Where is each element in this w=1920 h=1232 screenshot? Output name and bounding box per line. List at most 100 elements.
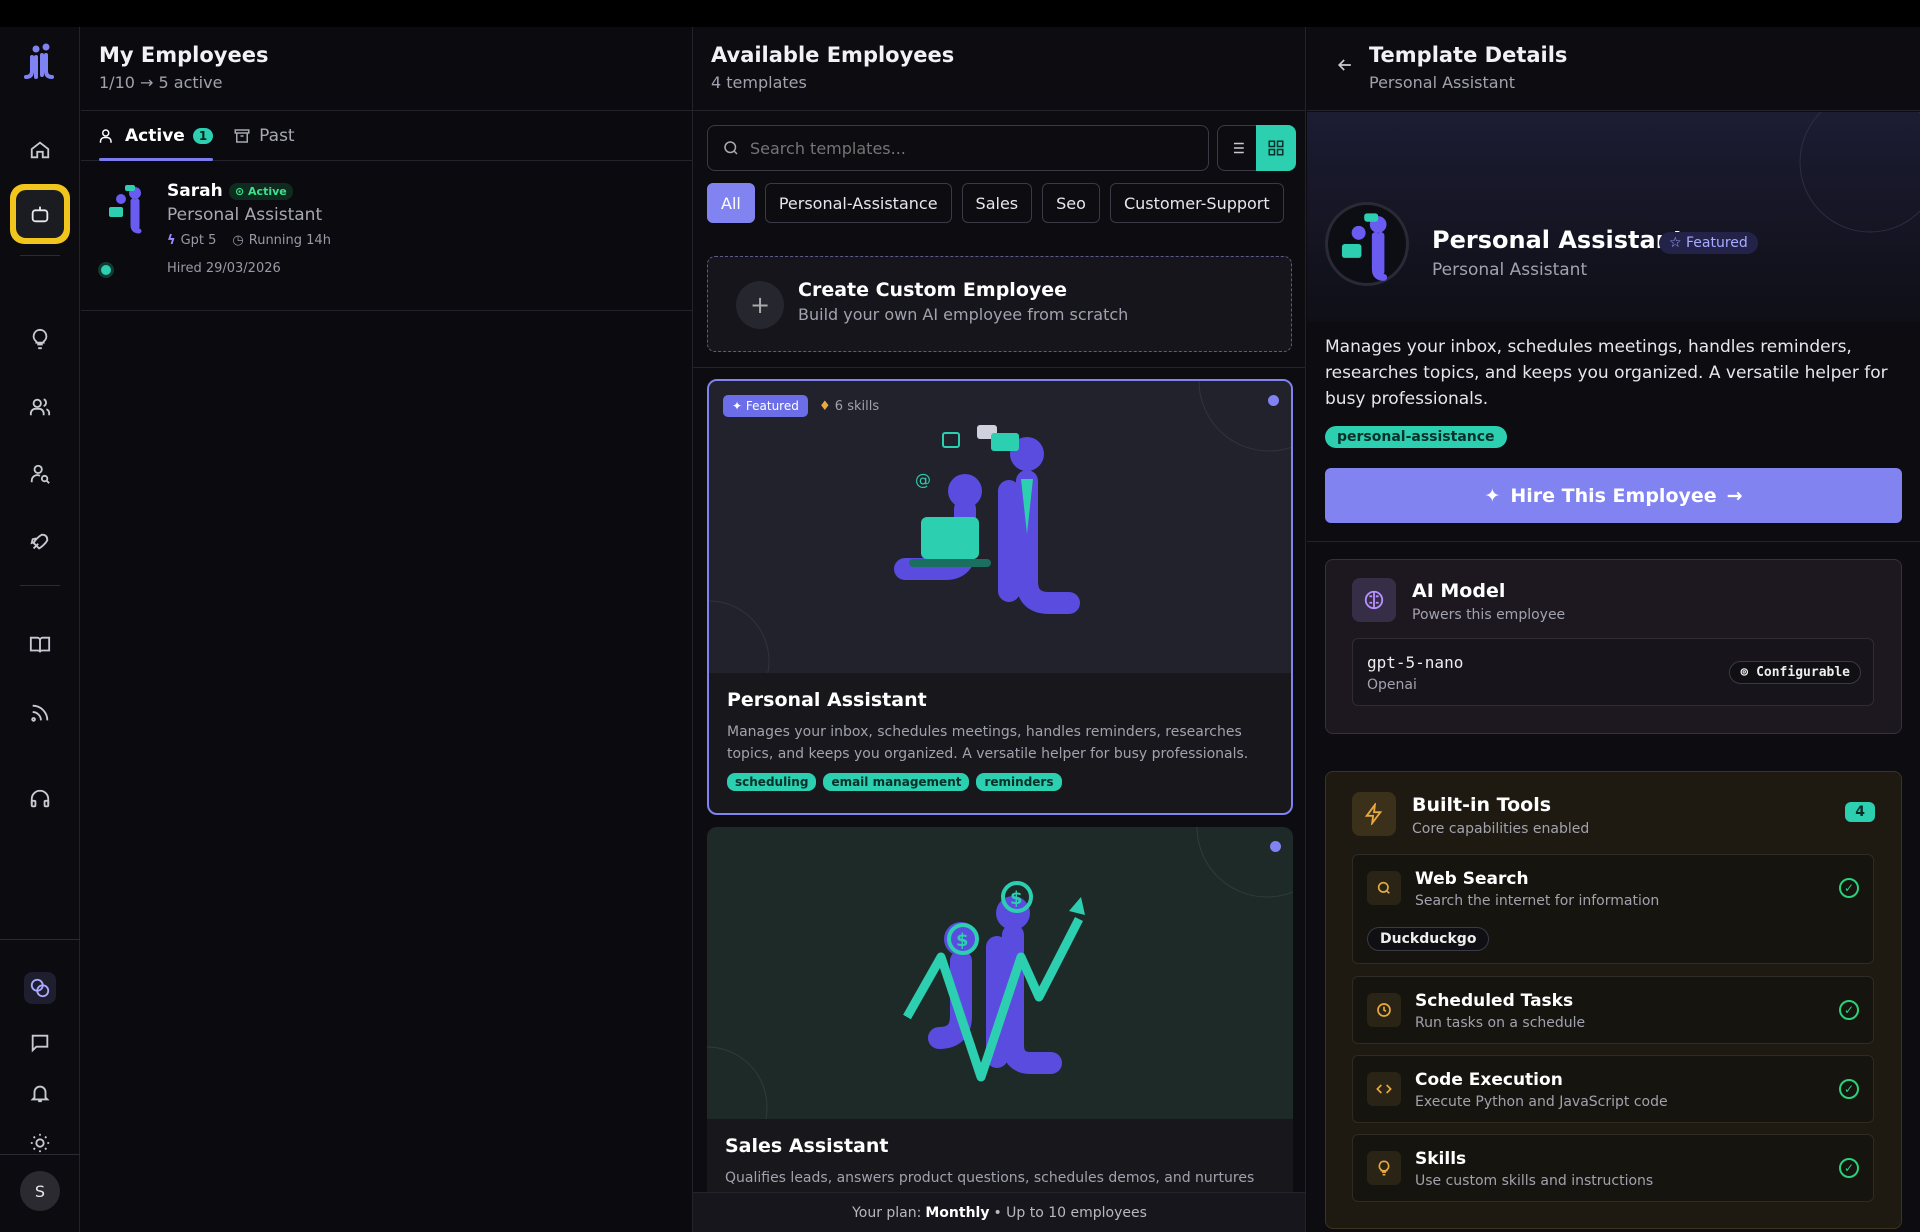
user-search-icon[interactable] xyxy=(20,454,60,494)
built-in-tools-panel: Built-in Tools Core capabilities enabled… xyxy=(1325,771,1902,1229)
employee-name: Sarah xyxy=(167,181,223,201)
available-title: Available Employees xyxy=(711,43,955,67)
tab-active[interactable]: Active 1 xyxy=(99,111,214,161)
hire-employee-button[interactable]: ✦ Hire This Employee → xyxy=(1325,468,1902,523)
arrow-right-icon: → xyxy=(1726,484,1743,507)
book-icon[interactable] xyxy=(20,625,60,665)
tool-name: Skills xyxy=(1415,1149,1467,1169)
bot-icon xyxy=(16,190,64,238)
tool-provider-badge: Duckduckgo xyxy=(1367,927,1490,951)
my-employees-header: My Employees 1/10 → 5 active xyxy=(81,27,692,111)
archive-icon xyxy=(234,128,250,143)
personal-assistant-illustration: @ xyxy=(709,381,1291,673)
template-role: Personal Assistant xyxy=(1432,260,1588,280)
tool-web-search: Web Search Search the internet for infor… xyxy=(1352,854,1874,964)
rss-icon[interactable] xyxy=(20,693,60,733)
model-info: ϟ Gpt 5 xyxy=(167,233,216,248)
create-custom-employee[interactable]: + Create Custom Employee Build your own … xyxy=(707,256,1292,352)
tool-name: Scheduled Tasks xyxy=(1415,991,1574,1011)
app-logo-icon[interactable] xyxy=(18,41,62,85)
grid-view-button[interactable] xyxy=(1256,125,1296,171)
uptime-label: Running 14h xyxy=(248,233,331,248)
ai-model-panel: AI Model Powers this employee gpt-5-nano… xyxy=(1325,559,1902,734)
tool-scheduled-tasks: Scheduled Tasks Run tasks on a schedule … xyxy=(1352,976,1874,1044)
brain-icon xyxy=(1352,578,1396,622)
card-description: Manages your inbox, schedules meetings, … xyxy=(727,724,1249,762)
bolt-icon: ϟ xyxy=(167,233,176,248)
filter-sales[interactable]: Sales xyxy=(961,183,1033,223)
divider xyxy=(693,367,1305,368)
details-title: Template Details xyxy=(1369,43,1568,67)
status-label: Active xyxy=(248,185,287,198)
decorative-circle xyxy=(1799,112,1920,233)
lightbulb-icon: ♦ xyxy=(819,399,831,414)
tool-code-execution: Code Execution Execute Python and JavaSc… xyxy=(1352,1055,1874,1123)
card-title: Sales Assistant xyxy=(725,1135,889,1157)
clock-icon: ◷ xyxy=(232,233,244,248)
search-icon xyxy=(724,141,738,155)
filter-customer-support[interactable]: Customer-Support xyxy=(1109,183,1284,223)
tool-name: Web Search xyxy=(1415,869,1529,889)
sun-icon[interactable] xyxy=(20,1123,60,1163)
assistant-avatar-icon xyxy=(1341,213,1388,281)
configurable-label: Configurable xyxy=(1756,665,1850,680)
tab-past-label: Past xyxy=(259,125,295,146)
tool-desc: Execute Python and JavaScript code xyxy=(1415,1094,1668,1110)
tab-past[interactable]: Past xyxy=(233,111,295,161)
bell-icon[interactable] xyxy=(20,1073,60,1113)
template-card-sales-assistant[interactable]: $ $ Sales Assistant Qualifies leads, ans… xyxy=(707,827,1293,1227)
status-badge: ⊙ Active xyxy=(229,183,293,200)
lightbulb-icon[interactable] xyxy=(20,319,60,359)
tool-desc: Search the internet for information xyxy=(1415,893,1660,909)
rail-divider xyxy=(20,255,60,256)
card-illustration: $ $ xyxy=(707,827,1293,1119)
active-count: 1/10 → 5 active xyxy=(99,73,223,92)
filter-personal-assistance[interactable]: Personal-Assistance xyxy=(764,183,952,223)
chat-icon[interactable] xyxy=(20,1023,60,1063)
model-box: gpt-5-nano Openai ⊚ Configurable xyxy=(1352,638,1874,706)
clock-icon xyxy=(1367,993,1401,1027)
user-avatar[interactable]: S xyxy=(20,1171,60,1211)
users-icon[interactable] xyxy=(20,387,60,427)
search-icon xyxy=(1367,871,1401,905)
available-employees-panel: Available Employees 4 templates All Pers… xyxy=(693,27,1306,1232)
nav-rail: S xyxy=(0,27,80,1232)
featured-label: Featured xyxy=(1686,235,1748,251)
plus-icon: + xyxy=(736,281,784,329)
filter-seo[interactable]: Seo xyxy=(1042,183,1100,223)
users-icon xyxy=(99,128,112,143)
card-description: Qualifies leads, answers product questio… xyxy=(725,1170,1255,1186)
back-arrow-icon[interactable] xyxy=(1335,55,1355,75)
tag: scheduling xyxy=(727,773,817,791)
details-hero: Personal Assistant ☆ Featured Personal A… xyxy=(1307,112,1920,322)
employee-role: Personal Assistant xyxy=(167,205,323,225)
details-subtitle: Personal Assistant xyxy=(1369,73,1515,92)
list-view-button[interactable] xyxy=(1217,125,1257,171)
employee-row[interactable]: Sarah ⊙ Active Personal Assistant ϟ Gpt 5… xyxy=(81,161,692,311)
rocket-icon[interactable] xyxy=(20,522,60,562)
svg-text:$: $ xyxy=(1010,888,1023,909)
tool-name: Code Execution xyxy=(1415,1070,1563,1090)
details-header: Template Details Personal Assistant xyxy=(1307,27,1920,111)
employee-meta: ϟ Gpt 5 ◷ Running 14h xyxy=(167,233,331,248)
select-indicator xyxy=(1268,395,1279,406)
connections-icon[interactable] xyxy=(24,972,56,1004)
svg-text:@: @ xyxy=(915,470,931,489)
rail-divider xyxy=(20,585,60,586)
filter-all[interactable]: All xyxy=(707,183,755,223)
template-count: 4 templates xyxy=(711,73,807,92)
my-employees-panel: My Employees 1/10 → 5 active Active 1 Pa… xyxy=(81,27,693,1232)
window-top-bar xyxy=(0,0,1920,27)
plan-prefix: Your plan: xyxy=(852,1204,922,1221)
sparkle-icon: ✦ xyxy=(1484,484,1501,507)
template-avatar xyxy=(1325,202,1409,286)
home-icon[interactable] xyxy=(20,130,60,170)
card-tags: scheduling email management reminders xyxy=(727,773,1273,791)
code-icon xyxy=(1367,1072,1401,1106)
search-input[interactable] xyxy=(750,138,1180,158)
tab-active-label: Active xyxy=(125,125,185,146)
tools-count-badge: 4 xyxy=(1845,802,1875,822)
headphones-icon[interactable] xyxy=(20,779,60,819)
nav-employees-selected[interactable] xyxy=(10,184,70,244)
template-card-personal-assistant[interactable]: @ ✦ Featured ♦ 6 skills Personal Assista… xyxy=(707,379,1293,815)
